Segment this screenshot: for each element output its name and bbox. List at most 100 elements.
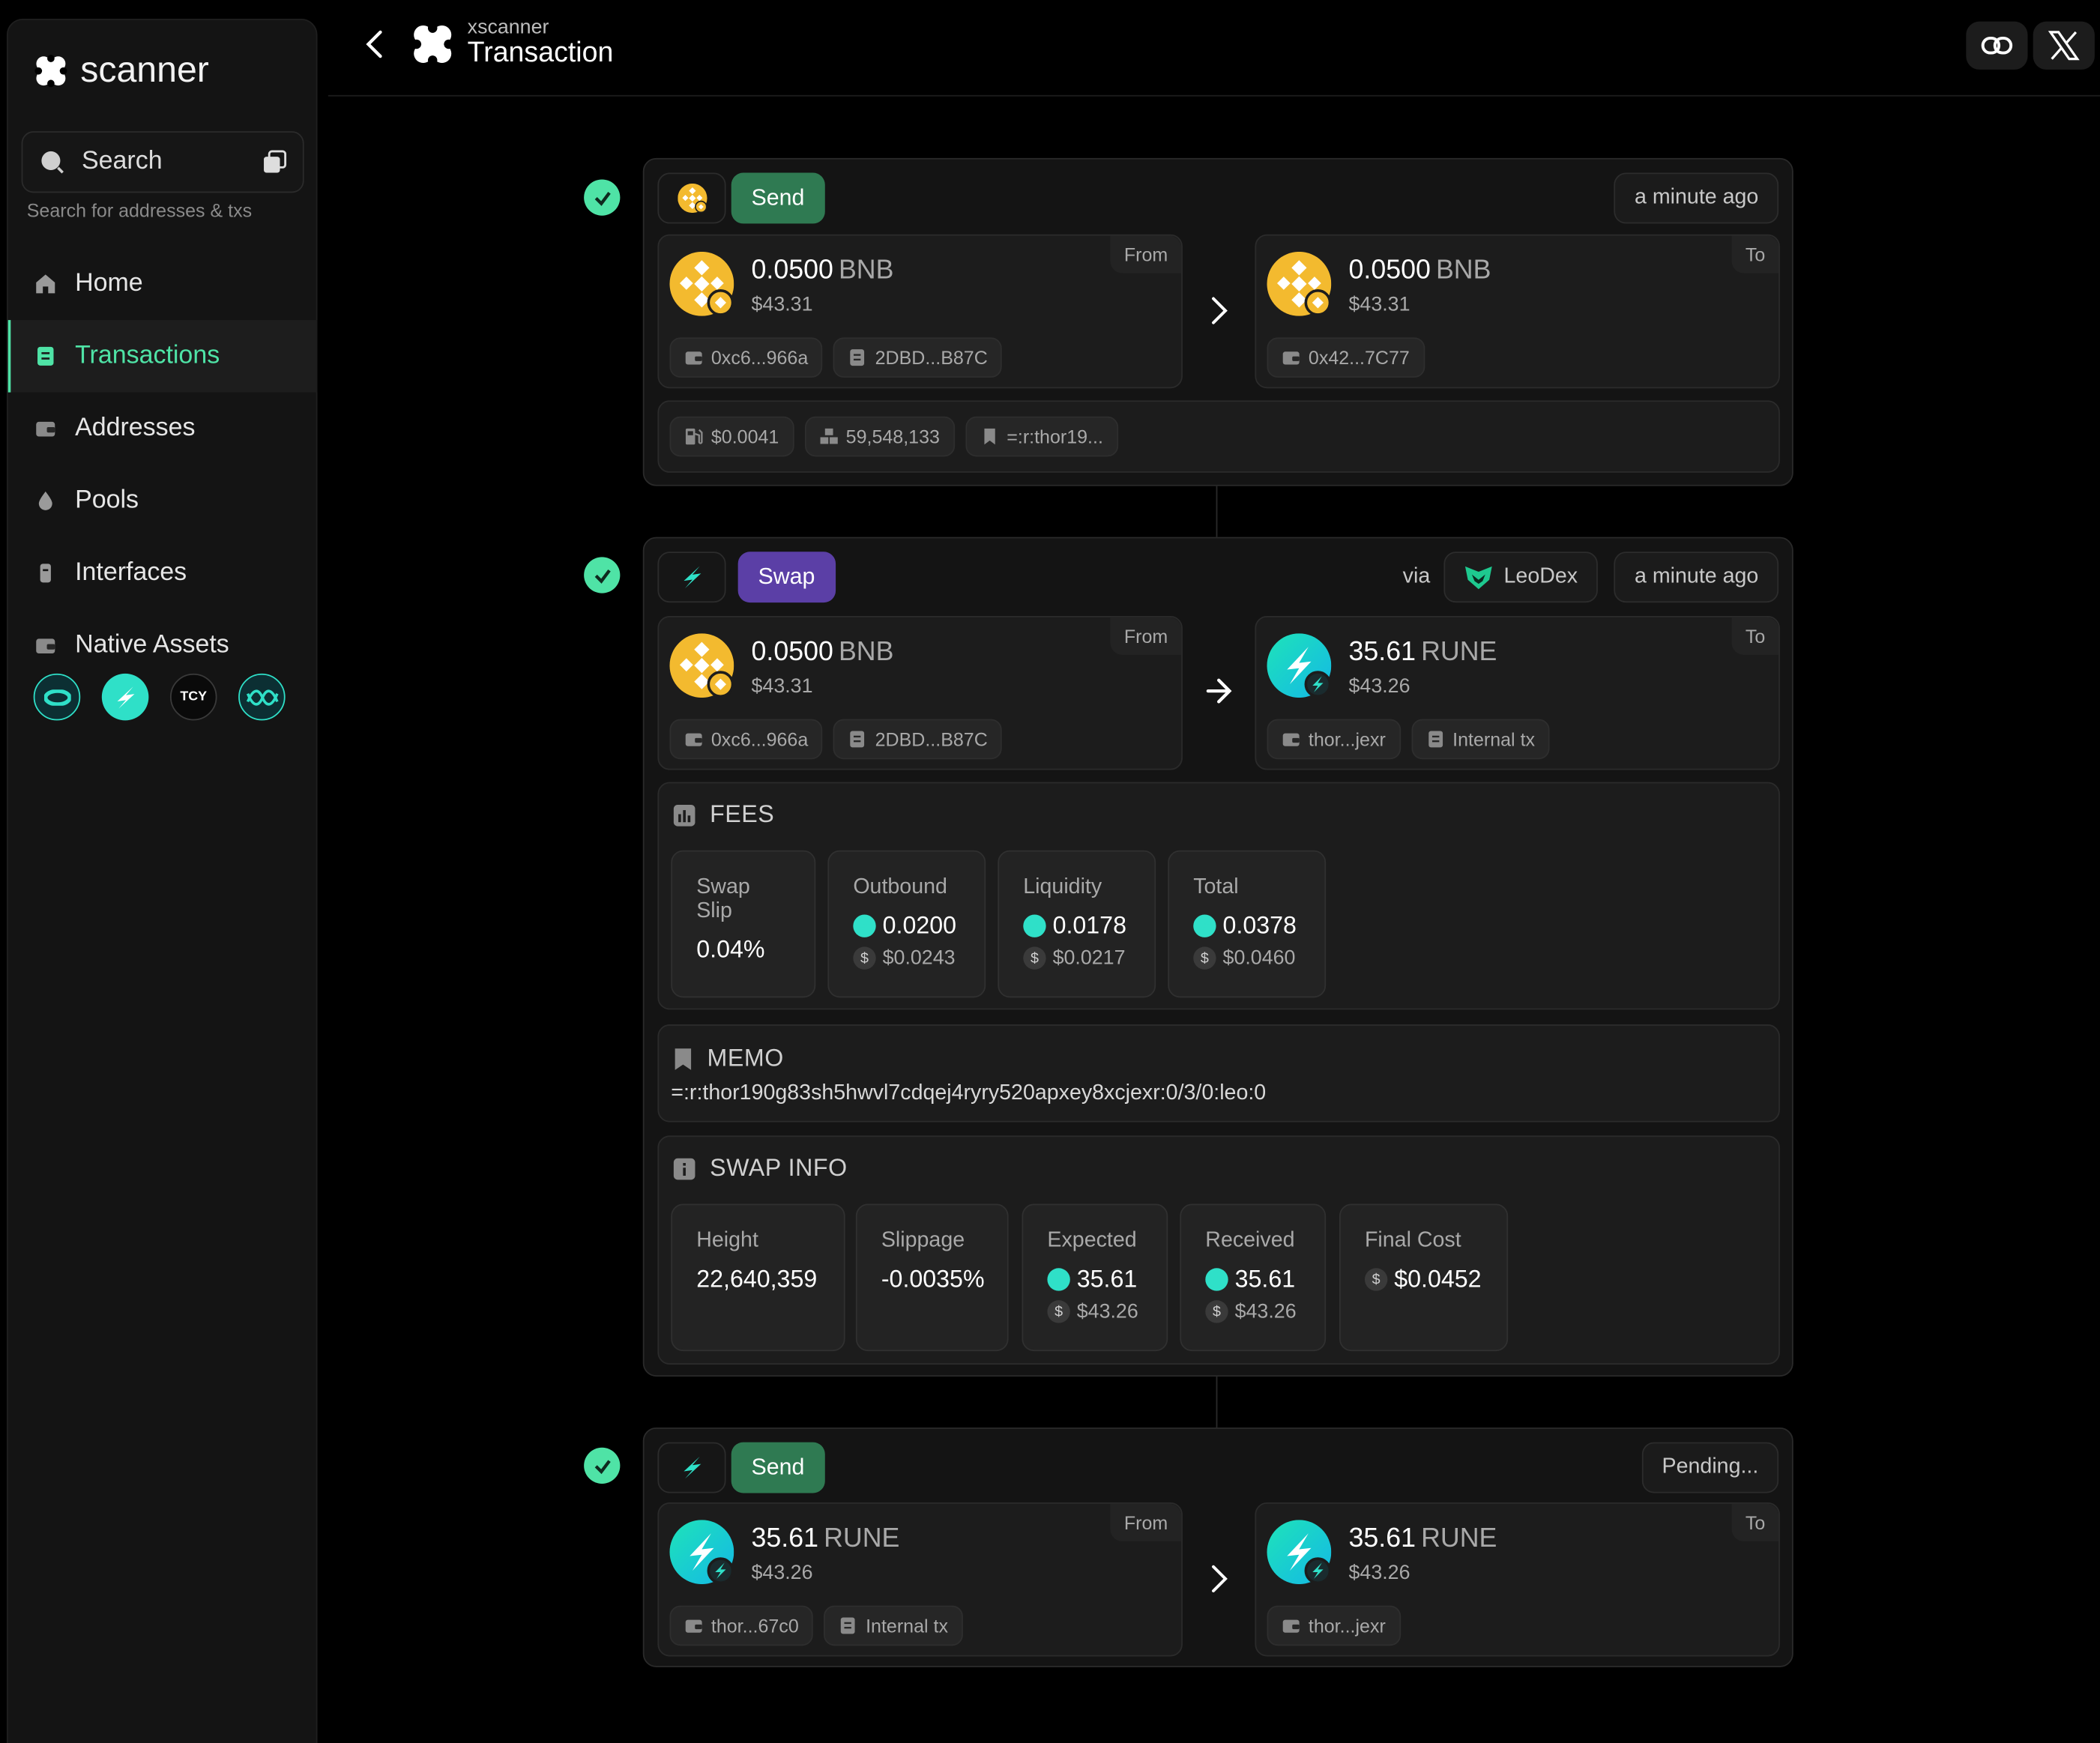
rune-icon: [853, 914, 876, 937]
asset-ruji-icon[interactable]: [33, 673, 81, 721]
amount-value: 35.61: [751, 1523, 818, 1553]
asset-tcy-icon[interactable]: TCY: [169, 673, 217, 721]
dollar-icon: $: [1364, 1268, 1388, 1291]
asset-symbol: BNB: [838, 637, 894, 667]
receipt-icon: [37, 346, 54, 366]
sidebar-item-addresses[interactable]: Addresses: [8, 393, 318, 465]
stat-label: Slippage: [881, 1229, 965, 1252]
address-chip[interactable]: 0xc6...966a: [669, 719, 823, 760]
gas-fee-chip[interactable]: $0.0041: [669, 416, 794, 457]
sidebar-item-transactions[interactable]: Transactions: [7, 320, 318, 393]
gas-fee-text: $0.0041: [710, 426, 779, 447]
device-icon: [40, 564, 51, 583]
amount: 0.0500 BNB: [1349, 256, 1491, 286]
stat-usd: $0.0217: [1052, 946, 1126, 970]
copy-link-button[interactable]: [1966, 21, 2028, 70]
swap-info-title: SWAP INFO: [710, 1154, 848, 1182]
wallet-icon: [1282, 1616, 1300, 1635]
fee-total: Total 0.0378 $ $0.0460: [1168, 850, 1327, 998]
bnb-chain-icon: [677, 184, 706, 213]
address-text: thor...jexr: [1308, 1615, 1386, 1637]
stat-usd: $43.26: [1234, 1300, 1297, 1323]
action-card-send: Send a minute ago 0.0500 BNB $43.31 From …: [642, 157, 1793, 486]
to-panel: 35.61 RUNE $43.26 To thor...jexr Internal…: [1255, 616, 1780, 770]
tx-hash-text: 2DBD...B87C: [875, 346, 988, 369]
back-icon[interactable]: [363, 27, 387, 61]
tx-hash-chip[interactable]: 2DBD...B87C: [833, 719, 1003, 760]
stat-value[interactable]: 22,640,359: [696, 1266, 819, 1294]
memo-chip[interactable]: =:r:thor19...: [965, 416, 1118, 457]
blocks-icon: [819, 428, 838, 444]
address-chip[interactable]: 0xc6...966a: [669, 337, 823, 378]
usd-value: $43.26: [1348, 1561, 1410, 1585]
action-card-send: Send Pending... 35.61 RUNE $43.26 From th…: [642, 1427, 1793, 1667]
sidebar-item-native-assets[interactable]: Native Assets: [8, 609, 318, 681]
status-success-icon: [584, 557, 621, 593]
address-chip[interactable]: thor...jexr: [1267, 719, 1401, 760]
via-interface: via LeoDex: [1403, 552, 1598, 603]
chain-chip: [657, 1442, 726, 1493]
asset-rune-icon[interactable]: [101, 673, 149, 721]
sidebar-item-home[interactable]: Home: [8, 248, 318, 320]
amount: 35.61 RUNE: [1349, 1524, 1497, 1555]
chain-chip: [657, 552, 726, 603]
paste-icon[interactable]: [262, 150, 287, 174]
amount-value: 0.0500: [751, 637, 833, 667]
asset-symbol: RUNE: [1421, 1523, 1497, 1553]
interface-chip[interactable]: LeoDex: [1443, 552, 1598, 603]
thorchain-icon: [677, 1453, 706, 1482]
stat-value: 35.61: [1076, 1265, 1138, 1293]
address-chip[interactable]: 0x42...7C77: [1267, 337, 1425, 378]
rune-coin-icon: [1267, 633, 1332, 698]
to-panel: 0.0500 BNB $43.31 To 0x42...7C77: [1255, 234, 1780, 389]
fee-outbound: Outbound 0.0200 $ $0.0243: [827, 850, 986, 998]
sidebar-item-label: Transactions: [75, 341, 220, 370]
receipt-icon: [848, 348, 867, 367]
timestamp-badge: a minute ago: [1614, 172, 1779, 224]
section-header: SWAP INFO: [672, 1154, 848, 1182]
amount: 0.0500 BNB: [752, 638, 894, 668]
usd-value: $43.26: [1348, 674, 1410, 698]
rune-icon: [1193, 914, 1216, 937]
wallet-icon: [1282, 348, 1300, 367]
internal-tx-chip[interactable]: Internal tx: [1410, 719, 1550, 760]
dollar-icon: $: [1047, 1300, 1070, 1323]
stat-label: Final Cost: [1364, 1229, 1461, 1252]
from-panel: 35.61 RUNE $43.26 From thor...67c0 Intern…: [657, 1502, 1183, 1657]
bnb-coin-icon: [1267, 252, 1332, 316]
wallet-icon: [34, 418, 56, 440]
search-input[interactable]: Search: [21, 131, 304, 193]
share-x-button[interactable]: [2033, 21, 2095, 70]
status-success-icon: [584, 1447, 621, 1484]
stat-label: Liquidity: [1023, 875, 1102, 899]
stat-value: $0.0452: [1394, 1265, 1482, 1293]
bnb-coin-icon: [670, 633, 734, 698]
stat-value: -0.0035%: [881, 1265, 985, 1293]
memo-text[interactable]: =:r:thor190g83sh5hwvl7cdqej4ryry520apxey…: [671, 1082, 1266, 1106]
tx-hash-chip[interactable]: 2DBD...B87C: [833, 337, 1003, 378]
x-logo-icon: [2048, 31, 2080, 61]
dollar-icon: $: [1023, 946, 1046, 970]
thorchain-icon: [677, 563, 706, 592]
sidebar-item-interfaces[interactable]: Interfaces: [8, 537, 318, 609]
block-height-chip[interactable]: 59,548,133: [804, 416, 955, 457]
internal-tx-chip[interactable]: Internal tx: [824, 1605, 963, 1646]
asset-symbol: BNB: [1435, 256, 1491, 286]
usd-value: $43.26: [751, 1561, 813, 1585]
stat-label: Height: [696, 1229, 758, 1252]
internal-tx-text: Internal tx: [866, 1615, 948, 1637]
address-chip[interactable]: thor...jexr: [1267, 1605, 1401, 1646]
dollar-icon: $: [1193, 946, 1216, 970]
to-tag: To: [1731, 235, 1779, 274]
rune-icon: [116, 686, 134, 708]
sidebar-item-pools[interactable]: Pools: [8, 465, 318, 537]
address-chip[interactable]: thor...67c0: [669, 1605, 814, 1646]
section-header: MEMO: [672, 1045, 784, 1073]
sidebar-item-label: Home: [75, 269, 143, 297]
top-bar: xscanner Transaction: [328, 0, 2100, 97]
stat-label: Outbound: [853, 875, 947, 899]
asset-pool-icon[interactable]: [238, 673, 286, 721]
app-logo[interactable]: scanner: [32, 49, 209, 91]
chain-chip: [657, 172, 726, 224]
stat-usd: $43.26: [1076, 1300, 1138, 1323]
